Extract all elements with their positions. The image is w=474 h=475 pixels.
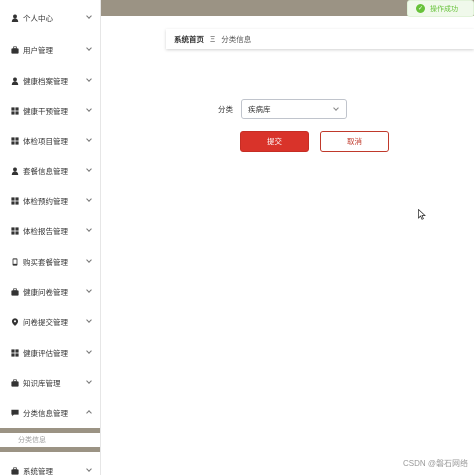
sidebar-item-health-intervention[interactable]: 健康干预管理 bbox=[0, 96, 100, 126]
sidebar-item-label: 购买套餐管理 bbox=[23, 257, 68, 267]
sidebar-item-profile[interactable]: 个人中心 bbox=[0, 3, 100, 33]
sidebar-item-packages[interactable]: 套餐信息管理 bbox=[0, 156, 100, 186]
briefcase-icon bbox=[11, 467, 19, 475]
submenu-item-label: 分类信息 bbox=[18, 437, 46, 444]
sidebar-item-knowledge-base[interactable]: 知识库管理 bbox=[0, 368, 100, 398]
sidebar-item-label: 健康档案管理 bbox=[23, 76, 68, 86]
sidebar-item-label: 分类信息管理 bbox=[23, 408, 68, 418]
breadcrumb-current: 分类信息 bbox=[221, 34, 252, 44]
chevron-down-icon bbox=[86, 13, 92, 19]
chevron-down-icon bbox=[86, 348, 92, 354]
sidebar: 个人中心 用户管理 健康档案管理 健康干预管理 体检项目管理 套餐信息管理 体检… bbox=[0, 0, 101, 475]
person-icon bbox=[11, 77, 19, 85]
sidebar-item-label: 健康干预管理 bbox=[23, 106, 68, 116]
sidebar-item-label: 健康评估管理 bbox=[23, 348, 68, 358]
sidebar-item-label: 体检项目管理 bbox=[23, 136, 68, 146]
grid-icon bbox=[11, 227, 19, 235]
success-toast: ✓ 操作成功 bbox=[407, 0, 474, 17]
check-circle-icon: ✓ bbox=[416, 4, 425, 13]
sidebar-item-label: 健康问卷管理 bbox=[23, 287, 68, 297]
person-icon bbox=[11, 14, 19, 22]
chevron-down-icon bbox=[86, 287, 92, 293]
sidebar-item-label: 体检报告管理 bbox=[23, 226, 68, 236]
submit-button[interactable]: 提交 bbox=[240, 131, 309, 152]
toast-text: 操作成功 bbox=[430, 5, 458, 13]
chevron-down-icon bbox=[86, 257, 92, 263]
breadcrumb-home[interactable]: 系统首页 bbox=[174, 34, 204, 45]
sidebar-item-categories[interactable]: 分类信息管理 bbox=[0, 398, 100, 428]
category-select[interactable]: 疾病库 bbox=[241, 99, 347, 119]
briefcase-icon bbox=[11, 379, 19, 387]
chevron-down-icon bbox=[86, 317, 92, 323]
sidebar-item-exam-reports[interactable]: 体检报告管理 bbox=[0, 216, 100, 246]
sidebar-item-label: 个人中心 bbox=[23, 13, 53, 23]
sidebar-item-label: 用户管理 bbox=[23, 45, 53, 55]
sidebar-item-health-records[interactable]: 健康档案管理 bbox=[0, 66, 100, 96]
chevron-down-icon bbox=[86, 106, 92, 112]
grid-icon bbox=[11, 107, 19, 115]
grid-icon bbox=[11, 197, 19, 205]
cancel-button[interactable]: 取消 bbox=[320, 131, 389, 152]
chevron-down-icon bbox=[86, 76, 92, 82]
chevron-down-icon bbox=[86, 166, 92, 172]
chevron-down-icon bbox=[86, 378, 92, 384]
sidebar-item-submissions[interactable]: 问卷提交管理 bbox=[0, 307, 100, 337]
category-label: 分类 bbox=[218, 105, 233, 114]
chat-icon bbox=[11, 409, 19, 417]
sidebar-item-label: 系统管理 bbox=[23, 466, 53, 475]
sidebar-item-label: 套餐信息管理 bbox=[23, 166, 68, 176]
briefcase-icon bbox=[11, 288, 19, 296]
chevron-down-icon bbox=[86, 466, 92, 472]
sidebar-item-purchases[interactable]: 购买套餐管理 bbox=[0, 247, 100, 277]
person-icon bbox=[11, 167, 19, 175]
grid-icon bbox=[11, 349, 19, 357]
submenu-categories: 分类信息 bbox=[0, 428, 100, 452]
mouse-cursor-icon bbox=[418, 209, 426, 220]
sidebar-item-system[interactable]: 系统管理 bbox=[0, 456, 100, 475]
location-icon bbox=[11, 318, 19, 326]
sidebar-item-questionnaires[interactable]: 健康问卷管理 bbox=[0, 277, 100, 307]
category-select-value: 疾病库 bbox=[248, 104, 271, 114]
briefcase-icon bbox=[11, 46, 19, 54]
breadcrumb-separator: Ξ bbox=[210, 34, 216, 44]
sidebar-item-label: 体检预约管理 bbox=[23, 196, 68, 206]
sidebar-item-label: 知识库管理 bbox=[23, 378, 61, 388]
sidebar-item-exam-booking[interactable]: 体检预约管理 bbox=[0, 186, 100, 216]
sidebar-item-label: 问卷提交管理 bbox=[23, 317, 68, 327]
sidebar-item-assessments[interactable]: 健康评估管理 bbox=[0, 338, 100, 368]
watermark: CSDN @磐石网络 bbox=[402, 459, 468, 468]
chevron-up-icon bbox=[86, 410, 92, 416]
submenu-item-category-info[interactable]: 分类信息 bbox=[0, 433, 100, 447]
sidebar-item-users[interactable]: 用户管理 bbox=[0, 35, 100, 65]
chevron-down-icon bbox=[86, 45, 92, 51]
sidebar-item-exam-items[interactable]: 体检项目管理 bbox=[0, 126, 100, 156]
chevron-down-icon bbox=[86, 196, 92, 202]
phone-icon bbox=[11, 258, 19, 266]
chevron-down-icon bbox=[333, 105, 339, 111]
chevron-down-icon bbox=[86, 226, 92, 232]
grid-icon bbox=[11, 137, 19, 145]
chevron-down-icon bbox=[86, 136, 92, 142]
breadcrumb: 系统首页 Ξ 分类信息 bbox=[166, 29, 474, 49]
